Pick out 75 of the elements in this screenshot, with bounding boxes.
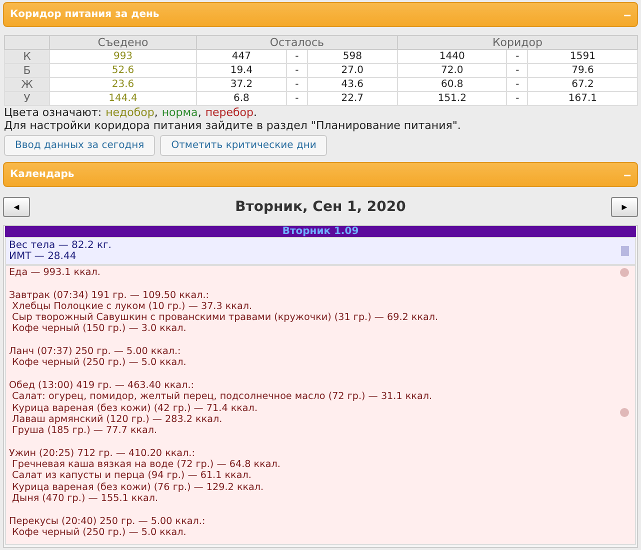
table-cell: 19.4 bbox=[196, 64, 286, 78]
body-stat: Вес тела — 82.2 кг. bbox=[9, 240, 112, 251]
day-header: Вторник 1.09 bbox=[5, 226, 636, 237]
table-cell: 6.8 bbox=[196, 92, 286, 106]
meal-title: Перекусы (20:40) 250 гр. — 5.00 ккал.: bbox=[9, 516, 206, 527]
meal-item: Курица вареная (без кожи) (76 гр.) — 129.2 ккал. bbox=[11, 482, 264, 493]
table-cell: 79.6 bbox=[528, 64, 638, 78]
table-header-cell bbox=[4, 36, 50, 50]
meal-item: Кофе черный (250 гр.) — 5.0 ккал. bbox=[11, 357, 186, 369]
meal-item: Сыр творожный Савушкин с прованскими травами (кружочки) (31 гр.) — 69.2 ккал. bbox=[11, 312, 438, 324]
column-header: Коридор bbox=[397, 36, 638, 50]
table-cell: 167.1 bbox=[528, 92, 638, 106]
table-cell: 52.6 bbox=[50, 64, 196, 78]
table-cell: 72.0 bbox=[397, 64, 507, 78]
table-cell: - bbox=[286, 92, 308, 106]
meal-title: Ужин (20:25) 712 гр. — 410.20 ккал.: bbox=[9, 448, 195, 460]
circle-icon[interactable] bbox=[620, 408, 629, 417]
legend-label: Цвета означают: bbox=[4, 106, 102, 119]
table-cell: - bbox=[286, 50, 308, 64]
legend-separator: , bbox=[154, 106, 158, 119]
row-label: У bbox=[4, 92, 50, 106]
panel-title: Календарь bbox=[10, 169, 74, 180]
legend-item: перебор bbox=[205, 106, 254, 119]
meal-title: Обед (13:00) 419 гр. — 463.40 ккал.: bbox=[9, 380, 194, 392]
meal-item: Лаваш армянский (120 гр.) — 283.2 ккал. bbox=[11, 414, 222, 426]
meal-title: Ланч (07:37) 250 гр. — 5.00 ккал.: bbox=[9, 346, 181, 358]
table-cell: - bbox=[506, 50, 528, 64]
panel-title: Коридор питания за день bbox=[10, 9, 160, 20]
food-total: Еда — 993.1 ккал. bbox=[9, 267, 100, 278]
table-cell: - bbox=[506, 92, 528, 106]
table-cell: 60.8 bbox=[397, 78, 507, 92]
table-cell: 598 bbox=[307, 50, 398, 64]
circle-icon[interactable] bbox=[620, 268, 629, 277]
table-cell: 27.0 bbox=[307, 64, 398, 78]
action-button[interactable]: Ввод данных за сегодня bbox=[4, 135, 156, 156]
table-cell: 993 bbox=[50, 50, 196, 64]
meal-item: Груша (185 гр.) — 77.7 ккал. bbox=[11, 425, 158, 436]
hint-text: Для настройки коридора питания зайдите в раздел "Планирование питания". bbox=[4, 119, 462, 132]
table-cell: - bbox=[286, 64, 308, 78]
table-cell: 1440 bbox=[397, 50, 507, 64]
meal-item: Кофе черный (250 гр.) — 5.0 ккал. bbox=[11, 526, 186, 538]
row-label: Б bbox=[4, 64, 50, 78]
table-cell: 151.2 bbox=[397, 92, 507, 106]
body-stat: ИМТ — 28.44 bbox=[9, 251, 78, 262]
meal-item: Гречневая каша вязкая на воде (72 гр.) — 64.8 ккал. bbox=[11, 459, 280, 470]
legend-end: . bbox=[254, 106, 258, 119]
action-button[interactable]: Отметить критические дни bbox=[160, 135, 328, 156]
table-cell: 23.6 bbox=[50, 78, 196, 92]
meal-item: Дыня (470 гр.) — 155.1 ккал. bbox=[11, 492, 158, 504]
previous-day-button[interactable]: ◄ bbox=[3, 197, 30, 217]
meal-title: Завтрак (07:34) 191 гр. — 109.50 ккал.: bbox=[9, 290, 210, 301]
date-title: Вторник, Сен 1, 2020 bbox=[235, 199, 406, 215]
table-cell: - bbox=[506, 78, 528, 92]
row-label: К bbox=[4, 50, 50, 64]
table-cell: 43.6 bbox=[307, 78, 398, 92]
meal-item: Хлебцы Полоцкие с луком (10 гр.) — 37.3 ккал. bbox=[11, 300, 252, 312]
table-cell: 37.2 bbox=[196, 78, 286, 92]
legend-separator: , bbox=[198, 106, 202, 119]
legend-item: недобор bbox=[106, 106, 154, 119]
meal-item: Салат из капусты и перца (94 гр.) — 61.1 ккал. bbox=[11, 470, 252, 482]
meal-item: Салат: огурец, помидор, желтый перец, подсолнечное масло (72 гр.) — 31.1 ккал. bbox=[11, 391, 432, 403]
table-cell: 22.7 bbox=[307, 92, 398, 106]
table-cell: 67.2 bbox=[528, 78, 638, 92]
next-day-button[interactable]: ► bbox=[610, 197, 638, 217]
legend-item: норма bbox=[162, 106, 198, 119]
column-header: Съедено bbox=[50, 36, 196, 50]
table-cell: 144.4 bbox=[50, 92, 196, 106]
meal-item: Курица вареная (без кожи) (42 гр.) — 71.4 ккал. bbox=[11, 402, 258, 414]
column-header: Осталось bbox=[196, 36, 398, 50]
table-cell: 1591 bbox=[528, 50, 638, 64]
table-cell: 447 bbox=[196, 50, 286, 64]
row-label: Ж bbox=[4, 78, 50, 92]
meal-item: Кофе черный (150 гр.) — 3.0 ккал. bbox=[11, 323, 186, 335]
table-cell: - bbox=[506, 64, 528, 78]
table-cell: - bbox=[286, 78, 308, 92]
